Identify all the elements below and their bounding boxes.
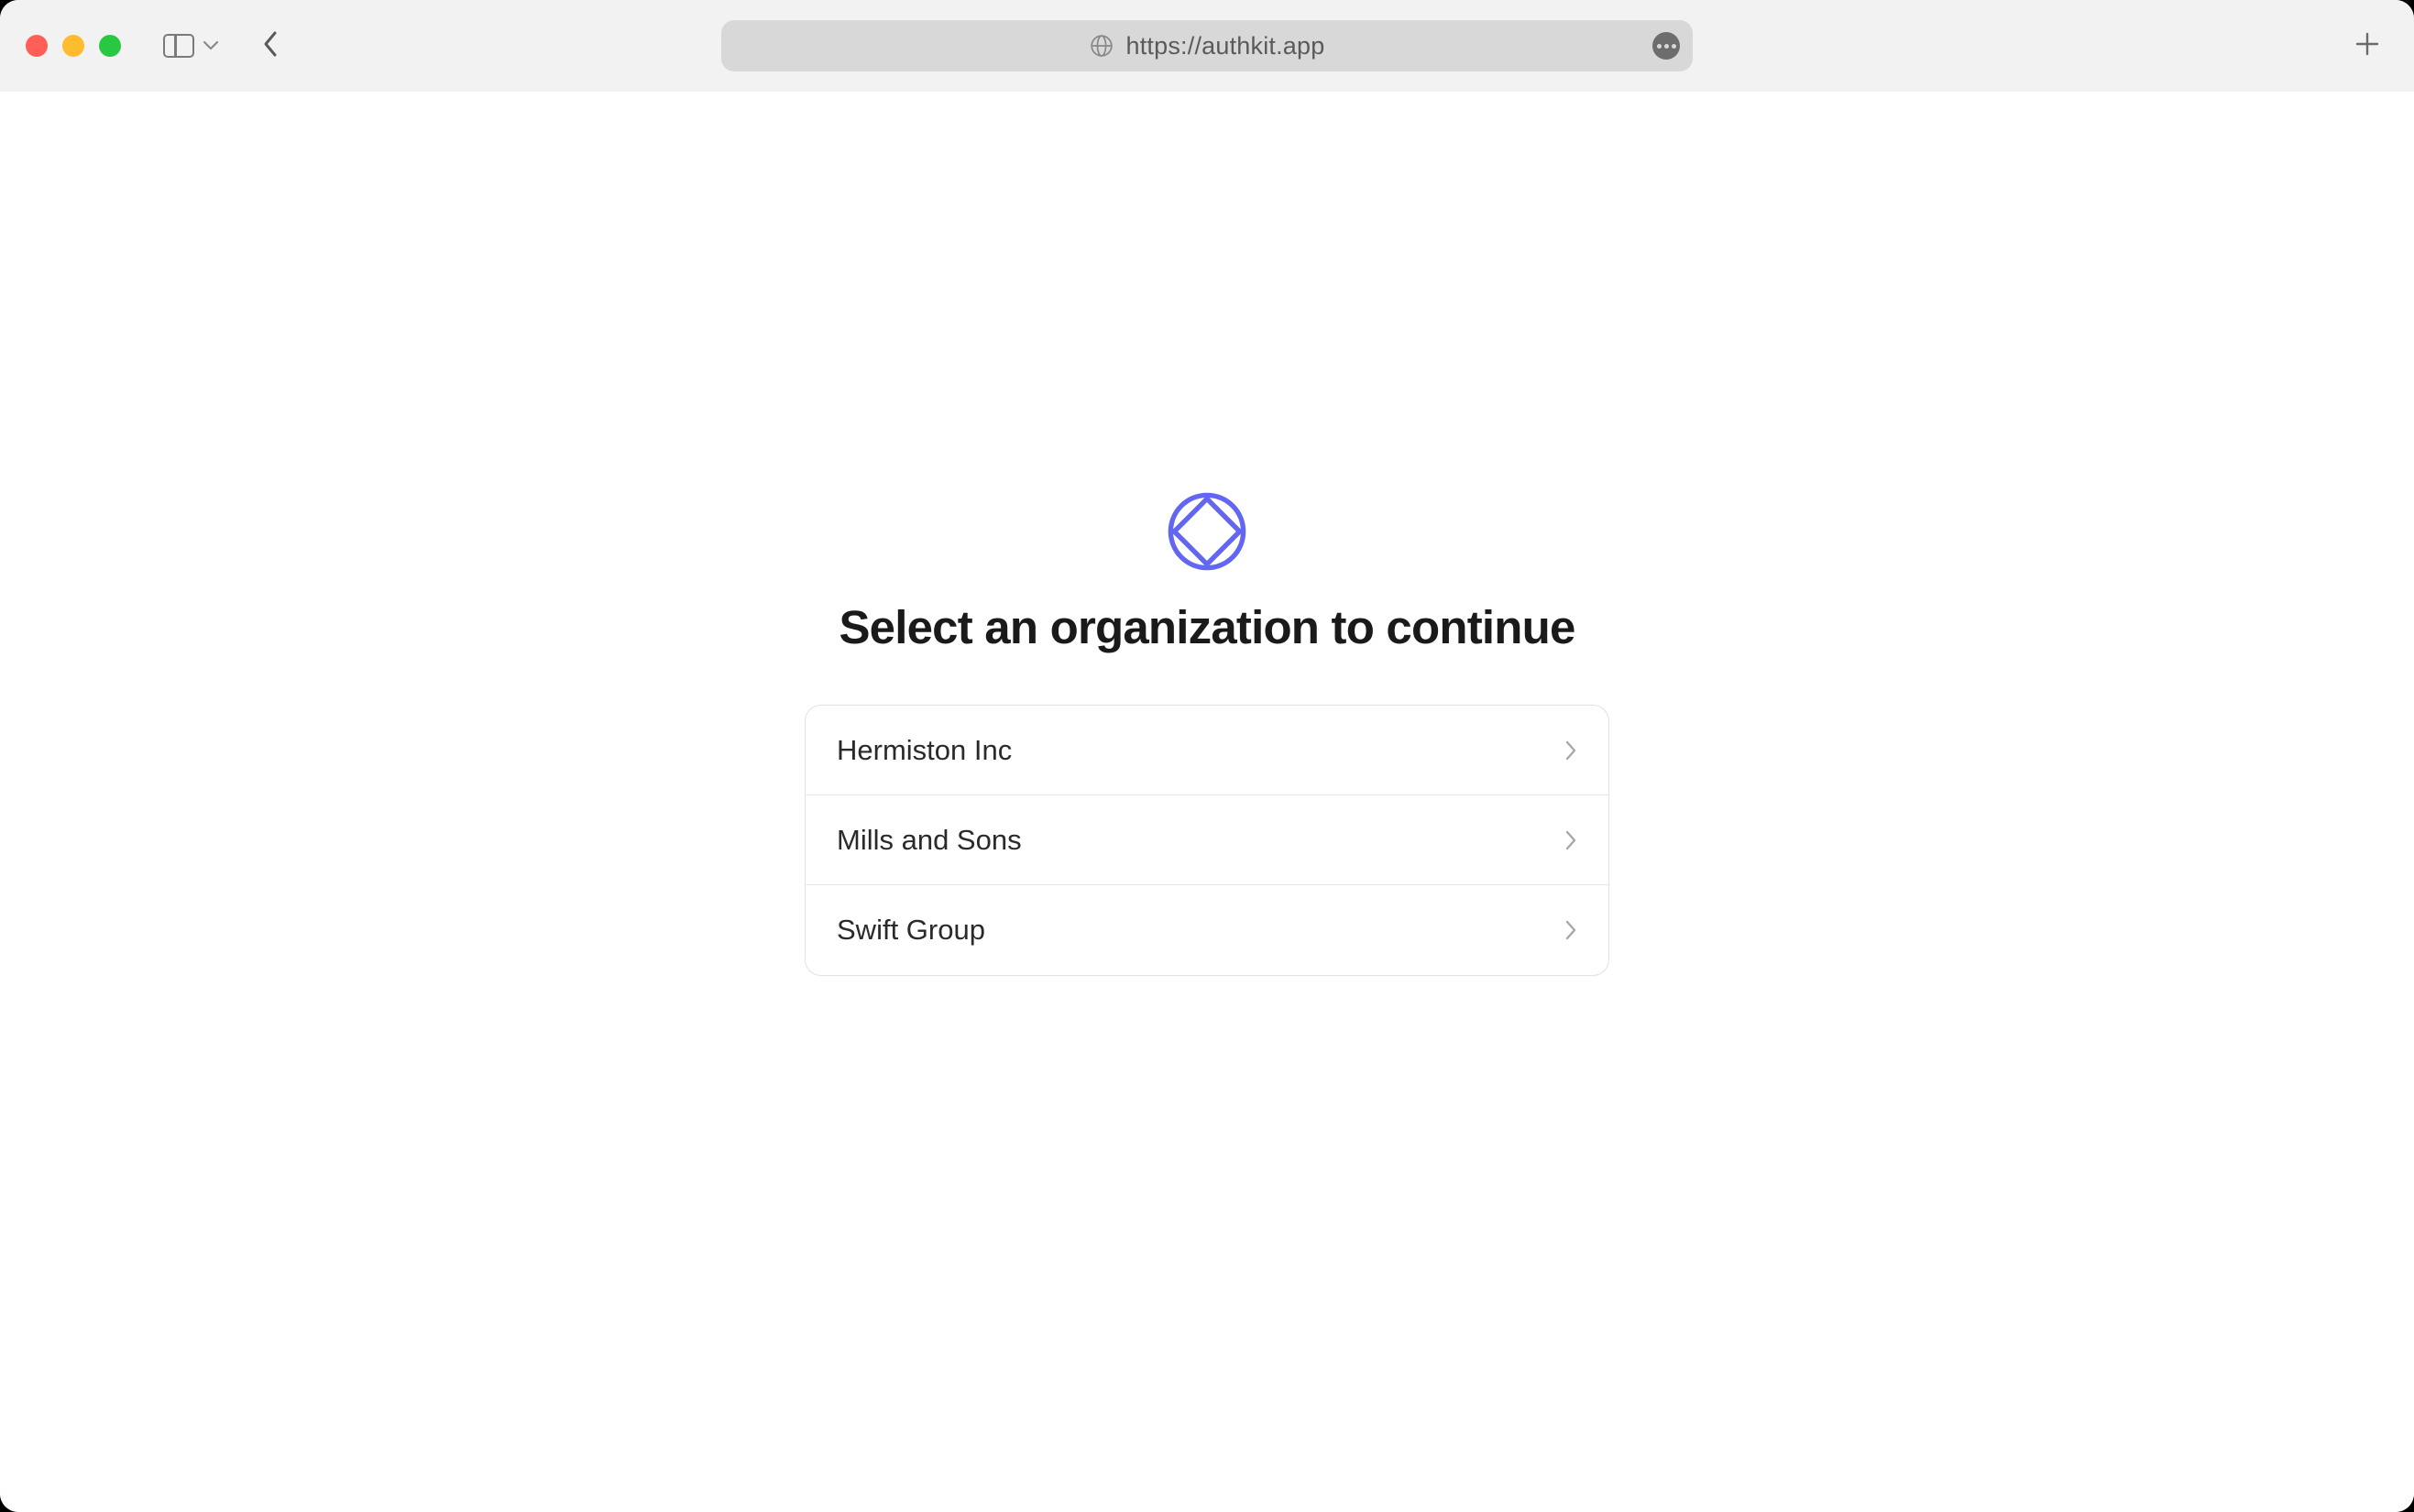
chevron-right-icon bbox=[1564, 829, 1577, 851]
organization-name: Swift Group bbox=[837, 914, 985, 947]
organization-item[interactable]: Hermiston Inc bbox=[806, 706, 1608, 795]
plus-icon bbox=[2354, 30, 2381, 58]
window-minimize-button[interactable] bbox=[62, 35, 84, 57]
logo-icon bbox=[1166, 490, 1248, 573]
browser-toolbar: https://authkit.app bbox=[0, 0, 2414, 92]
page-content: Select an organization to continue Hermi… bbox=[0, 92, 2414, 1512]
address-bar[interactable]: https://authkit.app bbox=[721, 20, 1693, 71]
page-heading: Select an organization to continue bbox=[839, 600, 1575, 654]
organization-name: Hermiston Inc bbox=[837, 734, 1012, 767]
chevron-down-icon bbox=[203, 41, 218, 50]
window-maximize-button[interactable] bbox=[99, 35, 121, 57]
traffic-lights bbox=[26, 35, 121, 57]
organization-item[interactable]: Swift Group bbox=[806, 885, 1608, 975]
sidebar-toggle[interactable] bbox=[163, 34, 218, 58]
organization-item[interactable]: Mills and Sons bbox=[806, 795, 1608, 885]
back-button[interactable] bbox=[262, 30, 279, 62]
organization-name: Mills and Sons bbox=[837, 824, 1022, 857]
chevron-right-icon bbox=[1564, 740, 1577, 761]
chevron-right-icon bbox=[1564, 919, 1577, 941]
new-tab-button[interactable] bbox=[2354, 30, 2381, 62]
url-text: https://authkit.app bbox=[1126, 32, 1325, 60]
auth-panel: Select an organization to continue Hermi… bbox=[805, 490, 1609, 1512]
app-logo bbox=[1166, 490, 1248, 577]
globe-icon bbox=[1090, 34, 1114, 58]
page-actions-button[interactable] bbox=[1652, 32, 1680, 60]
window-close-button[interactable] bbox=[26, 35, 48, 57]
browser-window: https://authkit.app Select an organizati… bbox=[0, 0, 2414, 1512]
chevron-left-icon bbox=[262, 30, 279, 58]
organization-list: Hermiston Inc Mills and Sons Swift Group bbox=[805, 705, 1609, 976]
sidebar-icon bbox=[163, 34, 194, 58]
